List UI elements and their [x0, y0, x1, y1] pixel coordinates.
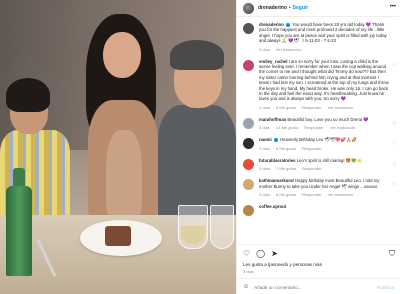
- add-comment-bar: ☺ Publicar: [237, 278, 400, 294]
- post-photo[interactable]: [0, 0, 236, 294]
- bookmark-icon[interactable]: ⛉: [389, 249, 395, 259]
- comment-text: Beautiful boy. Love you so much Drena 💜: [287, 116, 369, 122]
- photo-wine: [181, 226, 205, 244]
- author-username[interactable]: drenaderino: [258, 5, 287, 11]
- comment-likes[interactable]: 5 Me gusta: [276, 105, 296, 110]
- comment-meta: 3 días 8 Me gusta Responder Ver traducci…: [259, 192, 389, 197]
- comment-avatar[interactable]: [243, 59, 254, 71]
- verified-badge-icon: [273, 138, 278, 143]
- comment-time: 3 días: [259, 166, 270, 172]
- share-send-icon[interactable]: ➤: [271, 249, 278, 258]
- reply-link[interactable]: Responder: [302, 192, 322, 197]
- like-comment-heart-icon[interactable]: ♡: [393, 121, 397, 127]
- comment-bubble-icon[interactable]: ◯: [256, 249, 265, 258]
- likes-summary[interactable]: Les gusta a tjanneedo y personas más: [243, 262, 322, 267]
- translate-link[interactable]: Ver traducción: [328, 105, 354, 110]
- comment-time: 3 días: [259, 125, 270, 131]
- comment-time: 3 días: [259, 191, 270, 197]
- post-side-panel: drenaderino • Seguir ••• drenaderino You…: [236, 0, 400, 294]
- comment-text: Heavenly Birthday Leo 🕊🕊💖💕🙏🏼🌈: [280, 137, 357, 143]
- comment-time: 2 días: [259, 104, 270, 110]
- comment-username[interactable]: marahoffman: [259, 117, 286, 122]
- comment-username[interactable]: naomi: [259, 137, 272, 142]
- photo-figure-woman-dress: [106, 130, 142, 220]
- photo-figure-boy-hair: [6, 78, 50, 112]
- comment-avatar[interactable]: [243, 23, 254, 34]
- like-comment-heart-icon[interactable]: ♡: [393, 162, 397, 168]
- comment-item: smiley_rachel I am so sorry for your los…: [237, 55, 400, 113]
- comment-item: kathmannarkurst Happy birthday most Beau…: [237, 174, 400, 200]
- reply-link[interactable]: Responder: [304, 125, 324, 130]
- comment-username[interactable]: futurablasratories: [259, 158, 296, 163]
- comment-item: marahoffman Beautiful boy. Love you so m…: [237, 113, 400, 133]
- comment-meta: 3 días Ver traducción: [259, 47, 389, 52]
- reply-link[interactable]: Responder: [302, 146, 322, 151]
- comment-username[interactable]: drenaderino: [259, 22, 284, 27]
- photo-glass-2: [210, 205, 234, 249]
- comment-username[interactable]: smiley_rachel: [259, 59, 287, 64]
- post-actions: ♡ ◯ ➤ ⛉ Les gusta a tjanneedo y personas…: [237, 244, 400, 294]
- comment-avatar[interactable]: [243, 204, 254, 216]
- comment-avatar[interactable]: [243, 138, 254, 150]
- author-avatar[interactable]: [243, 2, 254, 14]
- comment-likes[interactable]: 13 Me gusta: [276, 125, 298, 130]
- photo-figure-man-hair: [170, 40, 224, 70]
- comment-item: coffee.sprout: [237, 200, 400, 219]
- translate-link[interactable]: Ver traducción: [328, 192, 354, 197]
- publish-comment-button[interactable]: Publicar: [377, 285, 395, 290]
- comment-likes[interactable]: 7 Me gusta: [276, 166, 296, 171]
- action-icons: ♡ ◯ ➤: [243, 249, 284, 258]
- comment-meta: 3 días 13 Me gusta Responder Ver traducc…: [259, 125, 389, 130]
- post-date: 3 días: [243, 269, 254, 274]
- separator-dot: •: [288, 5, 291, 11]
- comment-time: 3 días: [259, 46, 270, 52]
- more-options-icon[interactable]: •••: [390, 4, 396, 10]
- photo-cake: [105, 226, 131, 246]
- verified-badge-icon: [286, 22, 291, 27]
- comments-list[interactable]: drenaderino You would have been 20 yrs o…: [237, 18, 400, 244]
- photo-bottle: [6, 186, 32, 276]
- comment-meta: 3 días 8 Me gusta Responder: [259, 146, 389, 151]
- add-comment-input[interactable]: [254, 284, 365, 290]
- photo-figure-woman-face: [103, 32, 141, 78]
- follow-button[interactable]: Seguir: [293, 5, 309, 11]
- comment-avatar[interactable]: [243, 117, 254, 129]
- comment-avatar[interactable]: [243, 158, 254, 170]
- comment-avatar[interactable]: [243, 179, 254, 191]
- comment-text: I am so sorry for your loss. Losing a ch…: [259, 58, 389, 102]
- comment-item: drenaderino You would have been 20 yrs o…: [237, 18, 400, 55]
- emoji-icon[interactable]: ☺: [243, 284, 249, 290]
- comment-meta: 3 días 7 Me gusta Responder: [259, 166, 389, 171]
- comment-likes[interactable]: 8 Me gusta: [276, 146, 296, 151]
- comment-username[interactable]: coffee.sprout: [259, 204, 286, 209]
- comment-username[interactable]: kathmannarkurst: [259, 178, 294, 183]
- reply-link[interactable]: Responder: [302, 105, 322, 110]
- comment-meta: 2 días 5 Me gusta Responder Ver traducci…: [259, 105, 389, 110]
- comment-item: naomi Heavenly Birthday Leo 🕊🕊💖💕🙏🏼🌈 3 dí…: [237, 133, 400, 153]
- translate-link[interactable]: Ver traducción: [330, 125, 356, 130]
- post-header: drenaderino • Seguir •••: [237, 0, 400, 17]
- translate-link[interactable]: Ver traducción: [276, 47, 302, 52]
- photo-figure-man-body: [158, 105, 236, 220]
- like-comment-heart-icon[interactable]: ♡: [393, 182, 397, 188]
- comment-item: futurablasratories Leo's spirit is still…: [237, 154, 400, 174]
- like-comment-heart-icon[interactable]: ♡: [393, 141, 397, 147]
- like-comment-heart-icon[interactable]: ♡: [393, 63, 397, 69]
- like-heart-icon[interactable]: ♡: [243, 249, 250, 258]
- reply-link[interactable]: Responder: [302, 166, 322, 171]
- comment-time: 3 días: [259, 145, 270, 151]
- comment-likes[interactable]: 8 Me gusta: [276, 192, 296, 197]
- comment-text: Leo's spirit is still roaring! 🐯💚🌟: [296, 157, 362, 163]
